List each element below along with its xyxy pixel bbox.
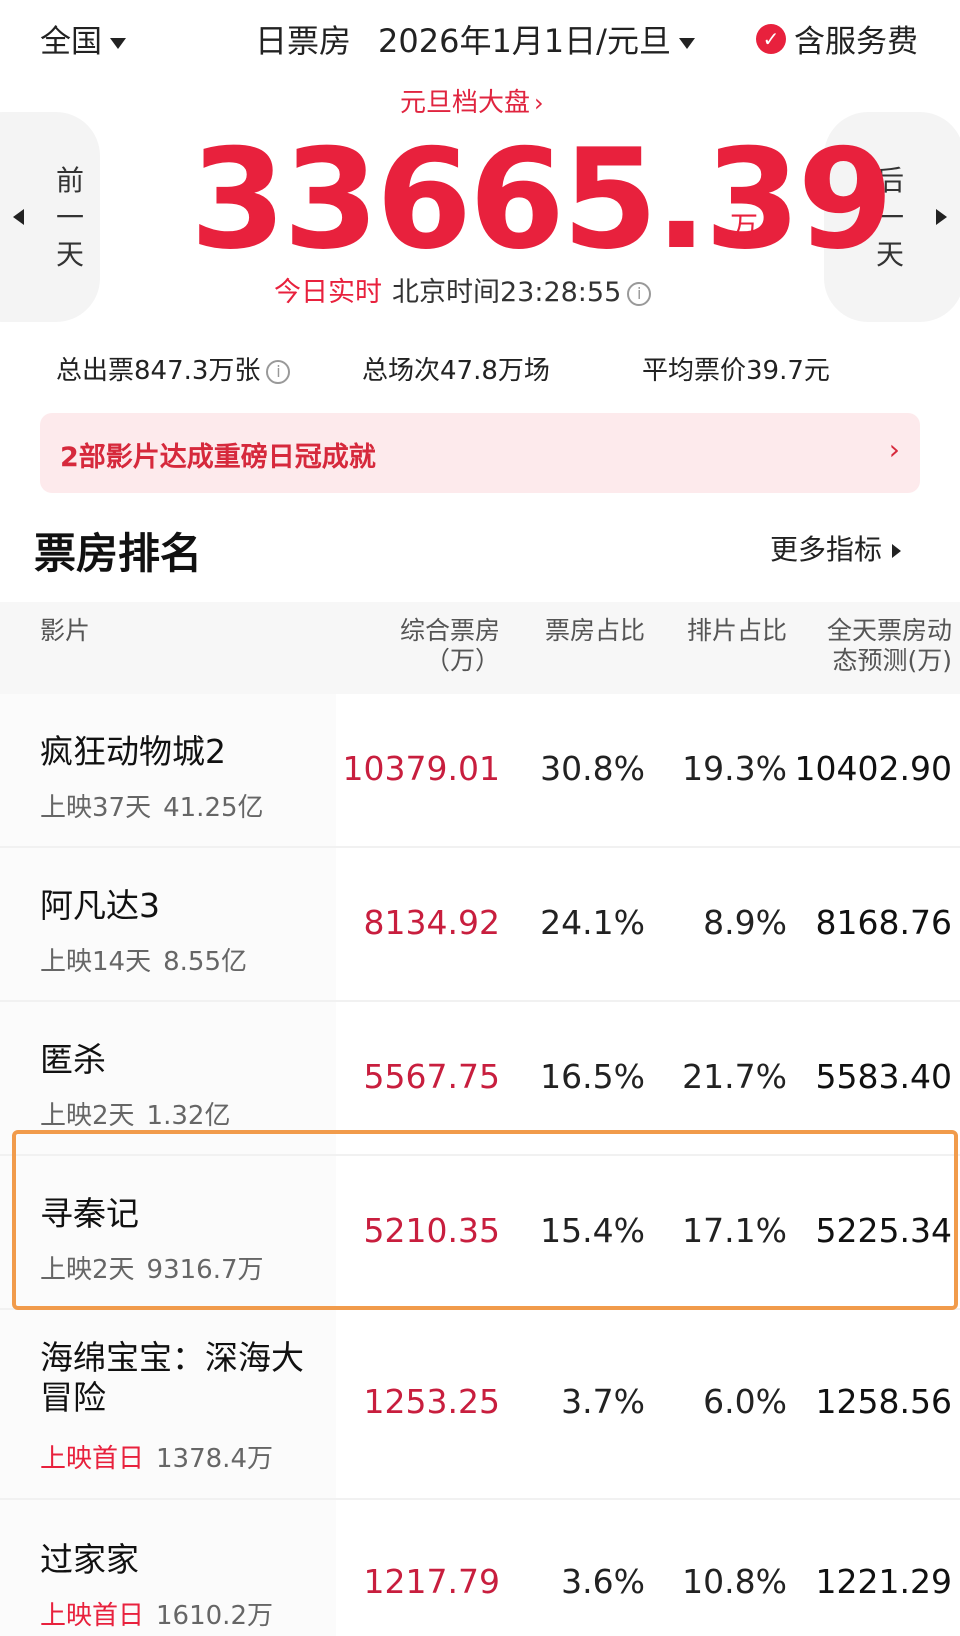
share-value: 24.1%: [540, 903, 645, 942]
banner-text: 2部影片达成重磅日冠成就: [60, 442, 376, 473]
schedule-value: 21.7%: [682, 1057, 787, 1096]
page-title: 日票房: [255, 22, 352, 60]
table-row[interactable]: 匿杀 上映2天 1.32亿 5567.75 16.5% 21.7% 5583.40: [0, 1002, 960, 1156]
film-meta: 上映2天 1.32亿: [40, 1101, 231, 1131]
realtime-label: 今日实时: [274, 277, 382, 308]
caret-down-icon: [678, 37, 695, 49]
schedule-value: 10.8%: [682, 1562, 787, 1601]
region-label: 全国: [40, 24, 102, 60]
info-icon[interactable]: i: [627, 281, 652, 306]
table-row[interactable]: 阿凡达3 上映14天 8.55亿 8134.92 24.1% 8.9% 8168.…: [0, 848, 960, 1002]
date-label: 2026年1月1日/元旦: [378, 22, 671, 60]
stat-tickets-text: 总出票847.3万张: [56, 356, 261, 386]
prediction-value: 1221.29: [815, 1562, 952, 1601]
col-header-share[interactable]: 票房占比: [545, 616, 645, 646]
share-value: 16.5%: [540, 1057, 645, 1096]
share-value: 3.6%: [561, 1562, 645, 1601]
schedule-value: 17.1%: [682, 1211, 787, 1250]
arrow-left-icon: [13, 209, 24, 225]
table-row-highlighted[interactable]: 寻秦记 上映2天 9316.7万 5210.35 15.4% 17.1% 5225…: [0, 1156, 960, 1310]
box-value: 10379.01: [342, 749, 500, 788]
share-value: 15.4%: [540, 1211, 645, 1250]
film-name: 疯狂动物城2: [40, 732, 226, 771]
chevron-right-icon: ›: [888, 433, 900, 466]
realtime-line: 今日实时 北京时间23:28:55 i: [274, 270, 652, 309]
holiday-market-link[interactable]: 元旦档大盘 ›: [400, 82, 544, 119]
table-row[interactable]: 海绵宝宝：深海大冒险 上映首日 1378.4万 1253.25 3.7% 6.0%…: [0, 1310, 960, 1500]
film-name: 过家家: [40, 1540, 139, 1579]
col-header-schedule[interactable]: 排片占比: [687, 616, 787, 646]
film-meta: 上映首日 1610.2万: [40, 1601, 273, 1631]
region-selector[interactable]: 全国: [40, 16, 126, 61]
more-metrics-label: 更多指标: [770, 533, 883, 566]
table-header: 影片 综合票房 （万） 票房占比 排片占比 全天票房动 态预测(万): [0, 602, 960, 694]
box-value: 1217.79: [363, 1562, 500, 1601]
table-row[interactable]: 疯狂动物城2 上映37天 41.25亿 10379.01 30.8% 19.3% …: [0, 694, 960, 848]
prediction-value: 10402.90: [794, 749, 952, 788]
top-bar: 全国 日票房 2026年1月1日/元旦 ✓ 含服务费: [0, 0, 960, 80]
box-value: 5567.75: [363, 1057, 500, 1096]
check-circle-icon: ✓: [756, 23, 786, 54]
film-meta: 上映37天 41.25亿: [40, 793, 264, 823]
achievement-banner[interactable]: 2部影片达成重磅日冠成就 ›: [40, 413, 920, 493]
stat-tickets: 总出票847.3万张 i: [56, 350, 291, 387]
schedule-value: 8.9%: [703, 903, 787, 942]
prediction-value: 8168.76: [815, 903, 952, 942]
table-row[interactable]: 过家家 上映首日 1610.2万 1217.79 3.6% 10.8% 1221.…: [0, 1500, 960, 1636]
film-name: 寻秦记: [40, 1194, 139, 1233]
prediction-value: 5225.34: [815, 1211, 952, 1250]
box-value: 8134.92: [363, 903, 500, 942]
stat-avg-price: 平均票价39.7元: [642, 356, 830, 386]
schedule-value: 19.3%: [682, 749, 787, 788]
film-meta: 上映14天 8.55亿: [40, 947, 247, 977]
prediction-value: 1258.56: [815, 1382, 952, 1421]
info-icon[interactable]: i: [266, 359, 291, 384]
stat-shows: 总场次47.8万场: [362, 356, 550, 386]
more-metrics-button[interactable]: 更多指标: [770, 528, 902, 568]
service-fee-label: 含服务费: [794, 24, 918, 60]
chevron-right-icon: ›: [534, 89, 544, 117]
holiday-link-label: 元旦档大盘: [400, 88, 531, 118]
col-header-film: 影片: [40, 616, 91, 645]
total-box-unit: 万: [730, 210, 759, 243]
beijing-time: 北京时间23:28:55: [392, 277, 622, 308]
arrow-right-icon: [936, 209, 947, 225]
col-header-box[interactable]: 综合票房 （万）: [400, 616, 500, 676]
caret-right-icon: [892, 544, 902, 558]
film-name: 匿杀: [40, 1040, 106, 1079]
film-name: 阿凡达3: [40, 886, 160, 925]
box-value: 5210.35: [363, 1211, 500, 1250]
film-name: 海绵宝宝：深海大冒险: [40, 1338, 304, 1417]
box-value: 1253.25: [363, 1382, 500, 1421]
schedule-value: 6.0%: [703, 1382, 787, 1421]
col-header-prediction[interactable]: 全天票房动 态预测(万): [827, 616, 952, 676]
previous-day-label: 前 一 天: [55, 164, 84, 271]
previous-day-button[interactable]: 前 一 天: [0, 112, 100, 322]
caret-down-icon: [110, 38, 126, 49]
film-meta: 上映首日 1378.4万: [40, 1444, 273, 1474]
total-box-office: 33665.39: [190, 119, 894, 280]
prediction-value: 5583.40: [815, 1057, 952, 1096]
date-selector[interactable]: 2026年1月1日/元旦: [378, 16, 695, 62]
share-value: 3.7%: [561, 1382, 645, 1421]
share-value: 30.8%: [540, 749, 645, 788]
ranking-title: 票房排名: [34, 529, 203, 578]
service-fee-toggle[interactable]: ✓ 含服务费: [756, 16, 918, 61]
film-meta: 上映2天 9316.7万: [40, 1255, 264, 1285]
